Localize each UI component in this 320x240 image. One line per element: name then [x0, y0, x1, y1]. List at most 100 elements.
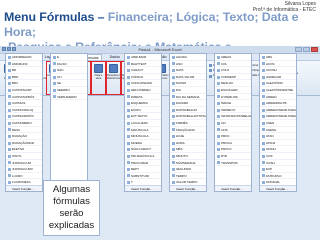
function-item[interactable]: DURAÇÃO: [6, 133, 42, 140]
save-icon[interactable]: [2, 47, 6, 51]
function-item[interactable]: AREAS: [215, 54, 251, 61]
function-item[interactable]: IPGTO: [6, 153, 42, 160]
redo-icon[interactable]: [12, 47, 16, 51]
function-item[interactable]: DIATRABALHOTOTAL: [170, 113, 206, 120]
function-item[interactable]: ASEN: [260, 120, 296, 127]
function-item[interactable]: SEERRO: [51, 87, 87, 94]
function-item[interactable]: SEGUNDO: [170, 166, 206, 173]
function-item[interactable]: EXP: [260, 166, 296, 173]
function-item[interactable]: NÚMSEMANA: [170, 160, 206, 167]
function-item[interactable]: CORRESP: [215, 74, 251, 81]
function-item[interactable]: AMORDEGRC: [6, 54, 42, 61]
function-item[interactable]: ARREDONDAR.PARA.CIMA: [260, 113, 296, 120]
function-item[interactable]: JUROSACUM: [6, 160, 42, 167]
function-item[interactable]: ANO: [170, 61, 206, 68]
function-item[interactable]: ÍNDICE: [215, 100, 251, 107]
function-item[interactable]: DIA.DA.SEMANA: [170, 94, 206, 101]
function-item[interactable]: ACOSH: [260, 67, 296, 74]
function-item[interactable]: INDIRETO: [215, 107, 251, 114]
function-item[interactable]: ATANH: [260, 146, 296, 153]
function-item[interactable]: NÃO: [51, 67, 87, 74]
function-item[interactable]: DURAÇÃOMOD: [6, 140, 42, 147]
function-item[interactable]: DATA.VALOR: [170, 74, 206, 81]
function-item[interactable]: LIN: [215, 120, 251, 127]
function-item[interactable]: HOJE: [170, 133, 206, 140]
function-item[interactable]: ESQUERDA: [125, 100, 161, 107]
function-item[interactable]: DESLOC: [215, 80, 251, 87]
function-item[interactable]: DIAS360: [170, 100, 206, 107]
function-item[interactable]: ASENH: [260, 127, 296, 134]
function-item[interactable]: TRANSPOR: [215, 160, 251, 167]
function-item[interactable]: DESC: [6, 127, 42, 134]
function-item[interactable]: FATDUPLO: [260, 173, 296, 180]
undo-icon[interactable]: [7, 47, 11, 51]
function-item[interactable]: DATA: [170, 67, 206, 74]
function-item[interactable]: CUPNÚMERO: [6, 120, 42, 127]
function-item[interactable]: NÚM.CARACT: [125, 146, 161, 153]
maximize-button[interactable]: [303, 47, 310, 52]
function-item[interactable]: VERDADEIRO: [51, 94, 87, 101]
function-item[interactable]: MINUTO: [170, 153, 206, 160]
function-item[interactable]: HORA: [170, 140, 206, 147]
insert-function-link[interactable]: Inserir Função...: [6, 185, 42, 191]
insert-function-link[interactable]: Inserir Função...: [260, 185, 296, 191]
function-item[interactable]: DATAM: [170, 80, 206, 87]
function-item[interactable]: AMORLINC: [6, 61, 42, 68]
function-item[interactable]: COSH: [260, 160, 296, 167]
function-item[interactable]: ATAN: [260, 133, 296, 140]
function-item[interactable]: INFODADOSTABELADINÂMICA: [215, 113, 251, 120]
function-item[interactable]: ALEATÓRIOENTRE: [260, 87, 296, 94]
function-item[interactable]: ARRED: [260, 94, 296, 101]
function-item[interactable]: COL: [215, 61, 251, 68]
function-item[interactable]: CONCATENAR: [125, 80, 161, 87]
insert-function-link[interactable]: Inserir Função...: [125, 185, 161, 191]
function-item[interactable]: FALSO: [51, 61, 87, 68]
function-item[interactable]: BDV: [6, 80, 42, 87]
function-item[interactable]: ABS: [260, 54, 296, 61]
function-item[interactable]: CÓDIGO: [125, 74, 161, 81]
function-item[interactable]: MÊS: [170, 146, 206, 153]
function-item[interactable]: CARACT: [125, 67, 161, 74]
function-item[interactable]: TEMPO: [170, 173, 206, 180]
function-item[interactable]: ESCOLHER: [215, 87, 251, 94]
function-item[interactable]: CUPDIASINLIQ: [6, 107, 42, 114]
function-item[interactable]: LOCALIZAR: [125, 120, 161, 127]
function-item[interactable]: SUBSTITUIR: [125, 173, 161, 180]
function-item[interactable]: CUPDIAS: [6, 100, 42, 107]
function-item[interactable]: PROC: [215, 133, 251, 140]
function-item[interactable]: DIATRABALHO: [170, 107, 206, 114]
function-item[interactable]: AGREGAR: [260, 74, 296, 81]
function-item[interactable]: OU: [51, 74, 87, 81]
function-item[interactable]: EXT.TEXTO: [125, 113, 161, 120]
function-item[interactable]: ARRUMAR: [125, 54, 161, 61]
function-item[interactable]: ARREDONDAR.PARA.BAIXO: [260, 107, 296, 114]
function-item[interactable]: DIA: [170, 87, 206, 94]
function-item[interactable]: BD: [6, 67, 42, 74]
function-item[interactable]: COLS: [215, 67, 251, 74]
function-item[interactable]: HYPERLINK: [215, 94, 251, 101]
function-item[interactable]: EXATO: [125, 107, 161, 114]
function-item[interactable]: RTD: [215, 153, 251, 160]
function-item[interactable]: DEF.NÚMDEC: [125, 87, 161, 94]
function-item[interactable]: CUPDATAPRÓX: [6, 94, 42, 101]
function-item[interactable]: AGORA: [170, 54, 206, 61]
function-item[interactable]: PROCV: [215, 146, 251, 153]
function-item[interactable]: ALEATÓRIO: [260, 80, 296, 87]
function-item[interactable]: DIREITA: [125, 94, 161, 101]
function-item[interactable]: JUROSACUMV: [6, 166, 42, 173]
function-item[interactable]: ARREDMULTB: [260, 100, 296, 107]
function-item[interactable]: MINÚSCULA: [125, 133, 161, 140]
function-item[interactable]: PRI.MAIÚSCULA: [125, 153, 161, 160]
close-button[interactable]: [311, 47, 318, 52]
insert-function-link[interactable]: Inserir Função...: [215, 185, 251, 191]
function-item[interactable]: FRAÇÃOANO: [170, 127, 206, 134]
function-item[interactable]: LUCRO: [6, 173, 42, 180]
function-item[interactable]: CUPDATAANT: [6, 87, 42, 94]
function-item[interactable]: CUPDIASPRÓX: [6, 113, 42, 120]
function-item[interactable]: E: [51, 54, 87, 61]
function-item[interactable]: SE: [51, 80, 87, 87]
minimize-button[interactable]: [295, 47, 302, 52]
function-item[interactable]: LINS: [215, 127, 251, 134]
function-item[interactable]: PROCURAR: [125, 160, 161, 167]
insert-function-link[interactable]: Inserir Função...: [170, 185, 206, 191]
